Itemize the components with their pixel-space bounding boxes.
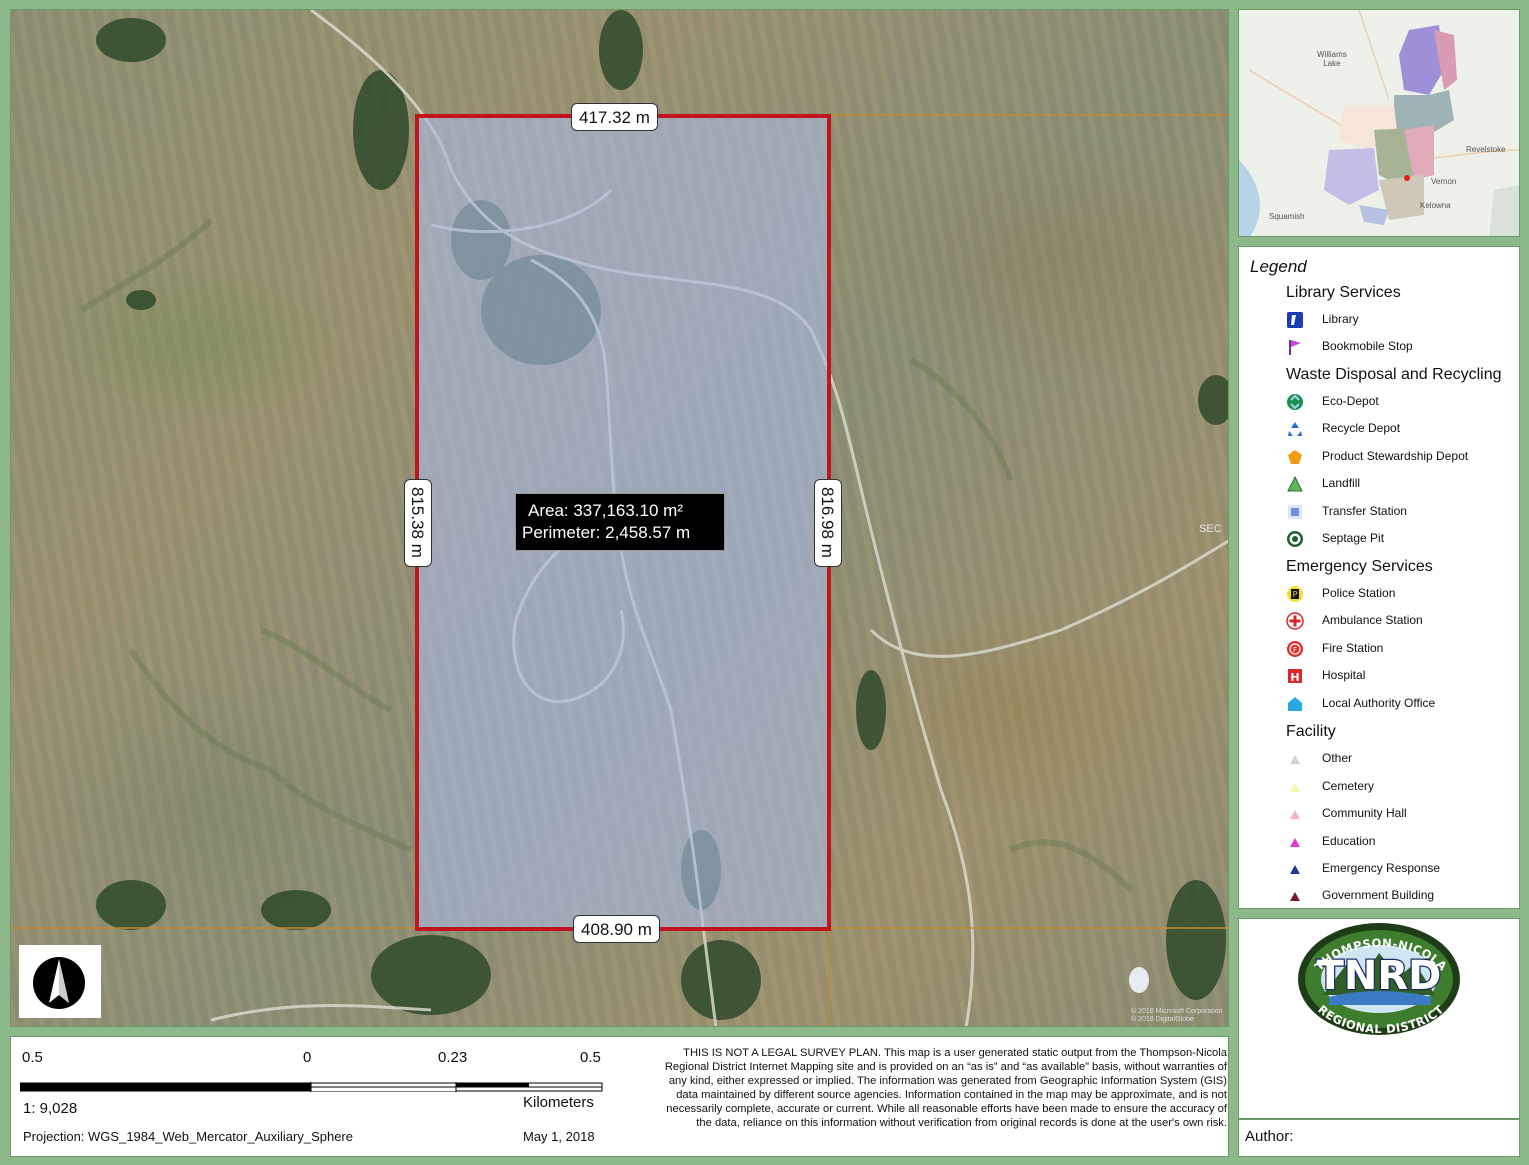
road-label: SEC [1199, 523, 1222, 535]
house-icon [1288, 697, 1302, 711]
legend-panel: Legend Library Services Library Bookmobi… [1238, 246, 1520, 909]
north-arrow-icon [33, 957, 85, 1009]
recycle-icon [1288, 422, 1302, 436]
perimeter-value: Perimeter: 2,458.57 m [522, 523, 691, 542]
projection-text: Projection: WGS_1984_Web_Mercator_Auxili… [23, 1129, 353, 1144]
map-canvas[interactable]: 417.32 m 408.90 m 815.38 m 816.98 m Area… [10, 9, 1229, 1027]
triangle-yellow-icon [1290, 783, 1300, 792]
triangle-gray-icon [1290, 755, 1300, 764]
north-arrow [19, 945, 101, 1018]
logo-panel: TNRD THOMPSON-NICOLA REGIONAL DISTRICT [1238, 918, 1520, 1119]
scale-label-1: 0 [303, 1049, 312, 1066]
city-kelowna: Kelowna [1420, 201, 1451, 210]
hospital-icon: H [1288, 669, 1302, 684]
triangle-blue-icon [1290, 865, 1300, 874]
city-revelstoke: Revelstoke [1466, 145, 1506, 154]
city-vernon: Vernon [1431, 177, 1457, 186]
scale-unit: Kilometers [523, 1094, 594, 1111]
tnrd-logo: TNRD THOMPSON-NICOLA REGIONAL DISTRICT [1298, 923, 1460, 1036]
author-panel: Author: [1238, 1119, 1520, 1157]
right-edge-length: 816.98 m [814, 479, 842, 567]
legend-title: Legend [1250, 257, 1307, 276]
flag-icon [1289, 340, 1301, 355]
inset-map-graphic [1239, 10, 1519, 236]
triangle-magenta-icon [1290, 838, 1300, 847]
pond [1129, 967, 1149, 993]
location-marker-icon [1404, 175, 1410, 181]
legend-group-facility: Facility [1286, 723, 1336, 740]
triangle-icon [1287, 475, 1303, 492]
triangle-pink-icon [1290, 810, 1300, 819]
scale-bar [20, 1082, 603, 1092]
eco-depot-icon [1287, 394, 1303, 410]
author-label: Author: [1245, 1128, 1294, 1145]
area-value: Area: 337,163.10 m² [528, 501, 683, 520]
map-info-panel: 0.5 0 0.23 0.5 1: 9,028 Kilometers Proje… [10, 1036, 1229, 1157]
scale-label-3: 0.5 [580, 1049, 601, 1066]
svg-text:P: P [1293, 590, 1298, 599]
svg-text:H: H [1290, 671, 1299, 684]
triangle-maroon-icon [1290, 892, 1300, 901]
legend-group-library: Library Services [1286, 284, 1401, 301]
overview-inset-map[interactable]: Williams Lake Revelstoke Vernon Kelowna … [1238, 9, 1520, 237]
city-williams-lake: Williams Lake [1317, 50, 1347, 68]
bottom-edge-length: 408.90 m [573, 915, 660, 943]
svg-text:F: F [1293, 646, 1297, 654]
legend-group-emergency: Emergency Services [1286, 558, 1433, 575]
ambulance-icon [1286, 612, 1304, 630]
target-icon [1287, 531, 1303, 547]
scale-label-2: 0.23 [438, 1049, 468, 1066]
library-icon [1287, 312, 1303, 328]
top-edge-length: 417.32 m [571, 103, 658, 131]
city-squamish: Squamish [1269, 212, 1305, 221]
map-date: May 1, 2018 [523, 1129, 595, 1144]
area-perimeter-popup: Area: 337,163.10 m² Perimeter: 2,458.57 … [515, 493, 725, 551]
legend-group-waste: Waste Disposal and Recycling [1286, 366, 1502, 383]
scale-label-0: 0.5 [22, 1049, 43, 1066]
police-icon: P [1287, 586, 1303, 602]
scale-ratio: 1: 9,028 [23, 1100, 78, 1117]
square-icon [1288, 505, 1302, 519]
map-attribution: © 2018 Microsoft Corporation © 2018 Digi… [1131, 1008, 1223, 1023]
pentagon-icon [1288, 450, 1302, 464]
disclaimer-text: THIS IS NOT A LEGAL SURVEY PLAN. This ma… [664, 1047, 1227, 1129]
fire-icon: F [1287, 641, 1303, 657]
left-edge-length: 815.38 m [404, 479, 432, 567]
